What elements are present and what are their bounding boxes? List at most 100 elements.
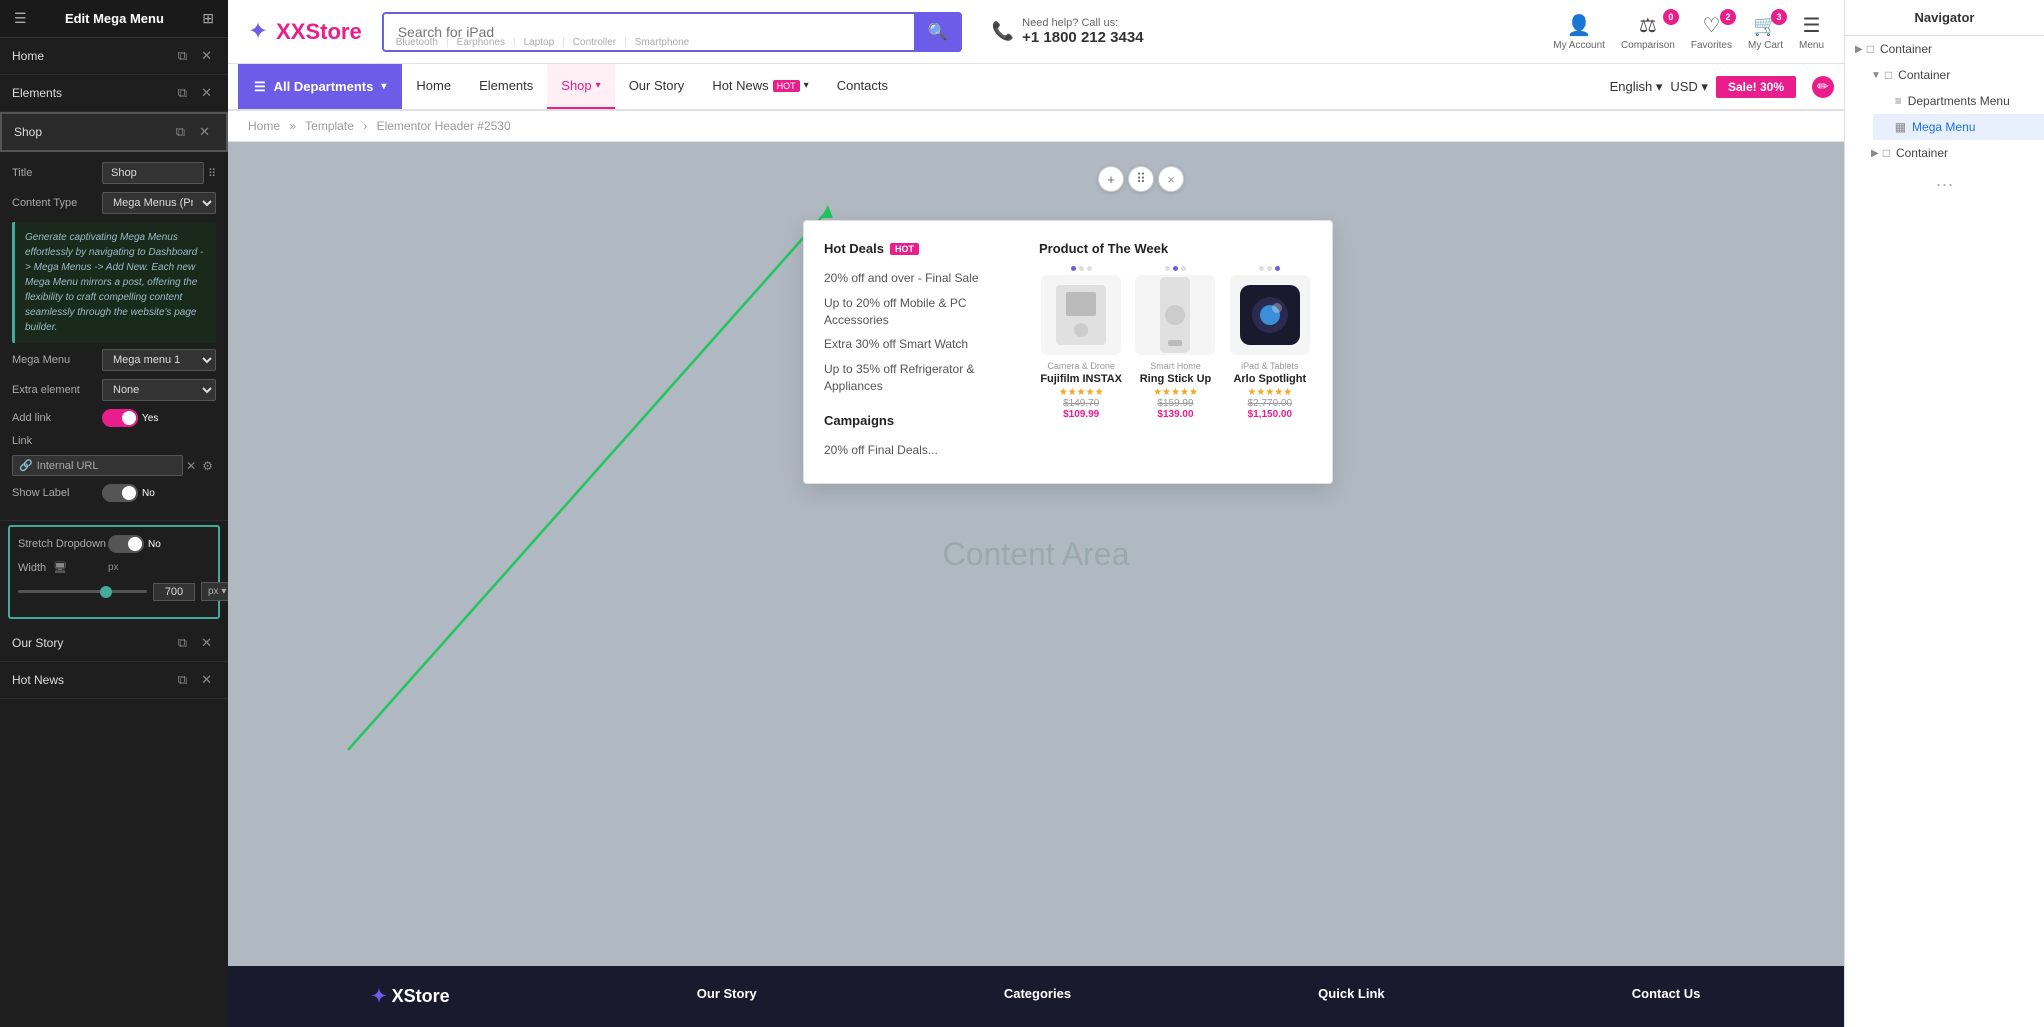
help-text: Need help? Call us: [1022,17,1143,29]
footer-col-title-1: Categories [1004,986,1071,1001]
lang-selector[interactable]: English ▾ [1610,79,1663,95]
edit-button[interactable]: ✏ [1812,76,1834,98]
list-item: Hot News ⧉ ✕ [0,662,228,699]
link-setting: Link [12,435,216,447]
delete-btn[interactable]: ✕ [197,46,216,66]
extra-element-setting: Extra element None [12,379,216,401]
title-input[interactable] [102,162,204,184]
sub-link-laptop[interactable]: Laptop [524,37,565,48]
content-type-select[interactable]: Mega Menus (Pre [102,192,216,214]
product-image-0 [1041,275,1121,355]
dot [1259,266,1264,271]
tree-item-mega-menu[interactable]: ▶ ▦ Mega Menu [1873,114,2044,140]
tree-chevron-icon: ▶ [1855,44,1863,55]
copy-btn[interactable]: ⧉ [174,46,191,66]
link-label: Link [12,435,102,447]
show-label-toggle[interactable] [102,484,138,502]
mm-product-1[interactable]: Smart Home Ring Stick Up ★★★★★ $159.99 $… [1133,266,1217,420]
extra-element-select[interactable]: None [102,379,216,401]
add-element-button[interactable]: + [1098,166,1124,192]
stretch-dropdown-toggle[interactable] [108,535,144,553]
mm-campaigns-link[interactable]: 20% off Final Deals... [824,438,1019,463]
hamburger-icon[interactable]: ☰ [14,10,27,27]
product-new-price-0: $109.99 [1039,409,1123,420]
footer-col-title-3: Contact Us [1632,986,1701,1001]
mm-link-2[interactable]: Extra 30% off Smart Watch [824,332,1019,357]
list-item-shop: Shop ⧉ ✕ [0,112,228,152]
add-link-label: Add link [12,412,102,424]
nav-item-contacts[interactable]: Contacts [823,64,902,109]
mm-link-1[interactable]: Up to 20% off Mobile & PC Accessories [824,291,1019,333]
breadcrumb-sep: » [289,119,296,133]
sub-link-smartphone[interactable]: Smartphone [635,37,697,48]
mm-link-3[interactable]: Up to 35% off Refrigerator & Appliances [824,357,1019,399]
breadcrumb-home[interactable]: Home [248,119,280,133]
link-clear-btn[interactable]: ✕ [183,459,199,473]
list-item: Our Story ⧉ ✕ [0,625,228,662]
mm-link-0[interactable]: 20% off and over - Final Sale [824,266,1019,291]
copy-btn[interactable]: ⧉ [174,83,191,103]
nav-item-shop[interactable]: Shop ▾ [547,64,614,109]
mm-product-2[interactable]: iPad & Tablets Arlo Spotlight ★★★★★ $2,7… [1228,266,1312,420]
container-icon: □ [1867,42,1874,56]
link-settings-btn[interactable]: ⚙ [199,459,216,473]
sub-link-earphones[interactable]: Earphones [457,37,516,48]
drag-handle: ⠿ [208,167,216,180]
menu-action[interactable]: ☰ Menu [1799,13,1824,51]
tree-item-departments-menu[interactable]: ▶ ≡ Departments Menu [1873,88,2044,114]
more-options[interactable]: ··· [1845,166,2044,203]
toggle-label: Yes [142,413,158,424]
favorites-action[interactable]: ♡ 2 Favorites [1691,13,1732,51]
show-label-label: Show Label [12,487,102,499]
copy-btn[interactable]: ⧉ [174,670,191,690]
item-label: Elements [12,86,174,100]
dot [1071,266,1076,271]
tree-item-container-2[interactable]: ▶ □ Container [1861,140,2044,166]
hot-news-chevron-icon: ▾ [804,80,809,91]
breadcrumb-template[interactable]: Template [305,119,354,133]
tree-item-container-0[interactable]: ▶ □ Container [1845,36,2044,62]
add-link-toggle[interactable] [102,409,138,427]
grid-icon[interactable]: ⊞ [202,10,214,27]
favorites-label: Favorites [1691,40,1732,51]
move-element-button[interactable]: ⠿ [1128,166,1154,192]
mega-menu-select[interactable]: Mega menu 1 [102,349,216,371]
width-number-input[interactable] [153,583,195,601]
product-old-price-0: $149.70 [1039,398,1123,409]
nav-item-elements[interactable]: Elements [465,64,547,109]
item-actions: ⧉ ✕ [174,670,216,690]
my-account-action[interactable]: 👤 My Account [1553,13,1605,51]
copy-btn[interactable]: ⧉ [172,122,189,142]
delete-btn[interactable]: ✕ [197,670,216,690]
tree-item-container-1[interactable]: ▼ □ Container [1861,62,2044,88]
mm-hot-deals-title: Hot Deals HOT [824,241,1019,256]
all-departments-button[interactable]: ☰ All Departments ▾ [238,64,402,109]
cart-action[interactable]: 🛒 3 My Cart [1748,13,1783,51]
copy-btn[interactable]: ⧉ [174,633,191,653]
title-input-wrap [102,162,204,184]
sub-link-controller[interactable]: Controller [573,37,627,48]
close-element-button[interactable]: × [1158,166,1184,192]
width-slider[interactable] [18,590,147,593]
top-bar: ✦ XXStore 🔍 Bluetooth Earphones Laptop C… [228,0,1844,64]
sale-badge: Sale! 30% [1716,76,1796,98]
currency-selector[interactable]: USD ▾ [1670,79,1708,95]
mm-dots-1 [1133,266,1217,271]
comparison-action[interactable]: ⚖ 0 Comparison [1621,13,1675,51]
unit-select[interactable]: px ▾ [201,582,228,601]
nav-item-our-story[interactable]: Our Story [615,64,699,109]
mm-product-0[interactable]: Camera & Drone Fujifilm INSTAX ★★★★★ $14… [1039,266,1123,420]
dot [1275,266,1280,271]
product-old-price-1: $159.99 [1133,398,1217,409]
delete-btn[interactable]: ✕ [197,83,216,103]
search-button[interactable]: 🔍 [914,12,962,52]
nav-item-home[interactable]: Home [402,64,465,109]
product-image-2 [1230,275,1310,355]
delete-btn[interactable]: ✕ [195,122,214,142]
item-actions: ⧉ ✕ [172,122,214,142]
comparison-icon: ⚖ [1639,13,1657,38]
sub-link-bluetooth[interactable]: Bluetooth [396,37,449,48]
nav-bar: ☰ All Departments ▾ Home Elements Shop ▾… [228,64,1844,110]
nav-item-hot-news[interactable]: Hot News HOT ▾ [698,64,822,109]
delete-btn[interactable]: ✕ [197,633,216,653]
